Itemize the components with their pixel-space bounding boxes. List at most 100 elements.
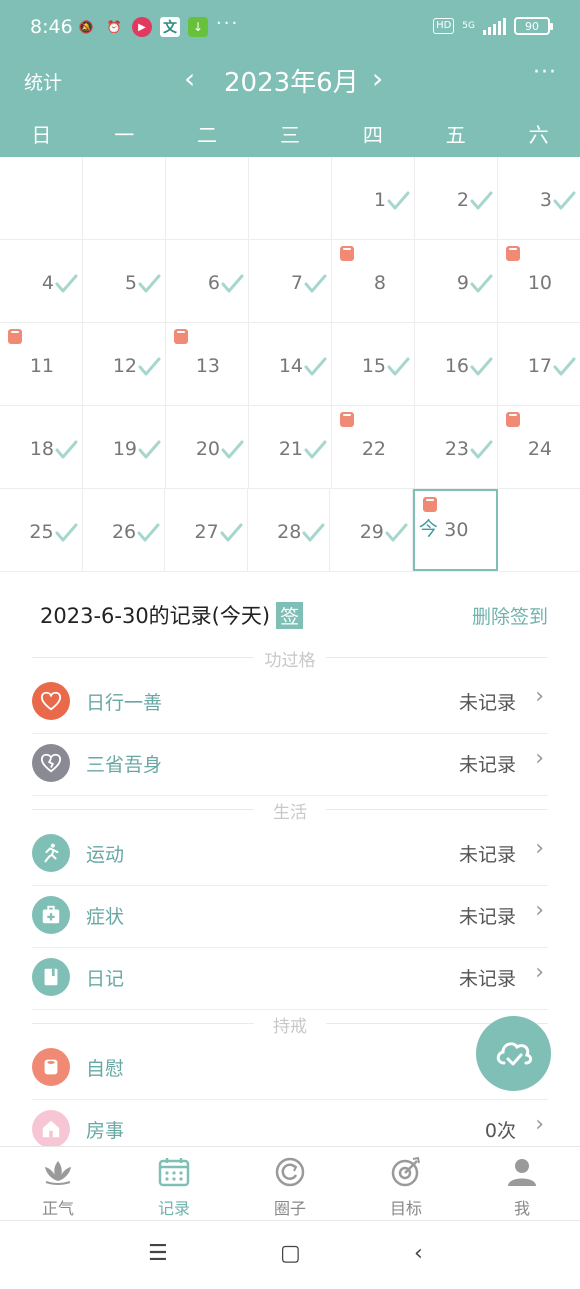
tissue-roll-icon <box>340 412 354 427</box>
calendar-day[interactable]: 25 <box>0 489 83 571</box>
nav-goals[interactable]: 目标 <box>348 1147 464 1220</box>
calendar-day[interactable]: 11 <box>0 323 83 405</box>
calendar-grid: 1 2 3 4 5 6 7 8 9 10 11 12 13 14 15 16 17 18 19 20 21 22 23 24 2… <box>0 157 580 572</box>
weekday-label: 六 <box>528 123 549 147</box>
prev-month-button[interactable]: ‹ <box>184 62 195 95</box>
weekday-label: 五 <box>445 123 466 147</box>
next-month-button[interactable]: › <box>372 62 383 95</box>
calendar-day[interactable]: 3 <box>498 157 580 239</box>
nav-label: 记录 <box>157 1199 190 1218</box>
calendar-day <box>83 157 166 239</box>
home-icon[interactable]: ▢ <box>280 1241 301 1266</box>
calendar-week-row: 18 19 20 21 22 23 24 <box>0 406 580 489</box>
hd-icon: HD <box>433 18 455 34</box>
calendar-day[interactable]: 27 <box>165 489 248 571</box>
calendar-day[interactable]: 20 <box>166 406 249 488</box>
check-icon <box>385 523 408 542</box>
calendar-day[interactable]: 14 <box>249 323 332 405</box>
day-number: 21 <box>278 438 303 460</box>
calendar-day[interactable]: 29 <box>330 489 413 571</box>
record-item-name: 日记 <box>86 968 125 990</box>
delete-checkin-button[interactable]: 删除签到 <box>472 602 548 629</box>
check-icon <box>387 357 410 376</box>
check-icon <box>304 274 327 293</box>
nav-label: 圈子 <box>273 1199 306 1218</box>
title-row: 统计 ‹ 2023年6月 › ··· <box>0 58 580 104</box>
chevron-right-icon: › <box>535 746 544 771</box>
runner-icon <box>32 834 70 872</box>
record-item[interactable]: 日行一善 未记录 › <box>32 672 548 734</box>
bottom-nav: 正气 记录 圈子 目标 我 <box>0 1146 580 1220</box>
day-number: 11 <box>29 355 54 377</box>
calendar-day[interactable]: 12 <box>83 323 166 405</box>
calendar-day[interactable]: 21 <box>249 406 332 488</box>
day-number: 7 <box>290 272 303 294</box>
check-icon <box>387 191 410 210</box>
app-notification-icon: ▶ <box>132 17 152 37</box>
calendar-day[interactable]: 18 <box>0 406 83 488</box>
record-item[interactable]: 症状 未记录 › <box>32 886 548 948</box>
calendar-day[interactable]: 16 <box>415 323 498 405</box>
day-number: 16 <box>444 355 469 377</box>
circle-icon <box>275 1157 305 1187</box>
calendar-day[interactable]: 15 <box>332 323 415 405</box>
tissue-roll-icon <box>8 329 22 344</box>
record-item-value: 未记录 <box>458 692 516 714</box>
check-icon <box>302 523 325 542</box>
day-number: 3 <box>539 189 552 211</box>
calendar-day[interactable]: 7 <box>249 240 332 322</box>
record-item[interactable]: 三省吾身 未记录 › <box>32 734 548 796</box>
stats-button[interactable]: 统计 <box>24 68 62 95</box>
check-icon <box>221 440 244 459</box>
back-icon[interactable]: ‹ <box>414 1241 423 1266</box>
calendar-day[interactable]: 23 <box>415 406 498 488</box>
calendar-day[interactable]: 1 <box>332 157 415 239</box>
day-number: 4 <box>41 272 54 294</box>
calendar-day[interactable]: 26 <box>83 489 166 571</box>
chevron-right-icon: › <box>535 836 544 861</box>
more-menu-button[interactable]: ··· <box>533 60 557 85</box>
record-item[interactable]: 日记 未记录 › <box>32 948 548 1010</box>
calendar-day[interactable]: 17 <box>498 323 580 405</box>
checkin-tag: 签 <box>276 602 304 629</box>
more-notifications-icon: ··· <box>216 13 240 34</box>
day-number: 12 <box>112 355 137 377</box>
calendar-day[interactable]: 9 <box>415 240 498 322</box>
calendar-icon <box>158 1158 190 1187</box>
calendar-day[interactable]: 19 <box>83 406 166 488</box>
nav-label: 我 <box>513 1199 530 1218</box>
record-item[interactable]: 运动 未记录 › <box>32 824 548 886</box>
tissue-icon <box>32 1048 70 1086</box>
calendar-day[interactable]: 24 <box>498 406 580 488</box>
broken-heart-icon <box>32 744 70 782</box>
calendar-day[interactable]: 4 <box>0 240 83 322</box>
calendar-week-row: 25 26 27 28 29 今 30 <box>0 489 580 572</box>
calendar-day[interactable]: 28 <box>248 489 331 571</box>
nav-circle[interactable]: 圈子 <box>232 1147 348 1220</box>
section-label: 持戒 <box>32 1012 548 1037</box>
calendar-day[interactable]: 2 <box>415 157 498 239</box>
calendar-day <box>498 489 580 571</box>
nav-zhengqi[interactable]: 正气 <box>0 1147 116 1220</box>
nav-me[interactable]: 我 <box>464 1147 580 1220</box>
calendar-day[interactable]: 6 <box>166 240 249 322</box>
system-nav-bar: ☰ ▢ ‹ <box>0 1220 580 1289</box>
day-number: 29 <box>359 521 384 543</box>
day-number: 27 <box>194 521 219 543</box>
calendar-day[interactable]: 13 <box>166 323 249 405</box>
day-number: 17 <box>527 355 552 377</box>
calendar-day[interactable]: 8 <box>332 240 415 322</box>
check-icon <box>138 357 161 376</box>
calendar-day[interactable]: 22 <box>332 406 415 488</box>
cloud-sync-button[interactable] <box>476 1016 551 1091</box>
nav-records[interactable]: 记录 <box>116 1147 232 1220</box>
chevron-right-icon: › <box>535 684 544 709</box>
weekday-row: 日 一 二 三 四 五 六 <box>0 113 580 157</box>
calendar-day[interactable]: 5 <box>83 240 166 322</box>
day-number: 30 <box>444 519 469 541</box>
calendar-day[interactable]: 10 <box>498 240 580 322</box>
record-item[interactable]: 自慰 <box>32 1038 548 1100</box>
calendar-day-today[interactable]: 今 30 <box>412 489 499 571</box>
weekday-label: 三 <box>280 123 300 147</box>
menu-icon[interactable]: ☰ <box>148 1241 168 1266</box>
